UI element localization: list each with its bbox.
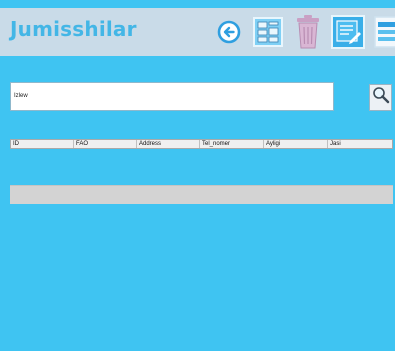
page-title: Jumisshilar — [10, 17, 137, 41]
header-bar: Jumisshilar — [0, 8, 395, 56]
edit-note-icon — [331, 15, 365, 49]
app-window: Jumisshilar Izlew ID FAO Address Tel_nom… — [0, 0, 395, 351]
view-table-button[interactable] — [374, 12, 395, 52]
column-header-address[interactable]: Address — [137, 140, 200, 148]
column-header-tel-nomer[interactable]: Tel_nomer — [200, 140, 264, 148]
back-button[interactable] — [216, 12, 242, 52]
table-view-icon — [374, 16, 395, 48]
search-button[interactable] — [369, 84, 392, 111]
top-strip — [0, 0, 395, 8]
table-horizontal-scrollbar[interactable] — [10, 185, 393, 204]
column-header-jasi[interactable]: Jasi — [328, 140, 392, 148]
magnifier-icon — [372, 86, 390, 109]
back-arrow-icon — [217, 20, 241, 44]
trash-icon — [295, 14, 321, 50]
delete-button[interactable] — [293, 12, 323, 52]
add-form-button[interactable] — [251, 12, 285, 52]
column-header-fao[interactable]: FAO — [74, 140, 137, 148]
table-header: ID FAO Address Tel_nomer Ayligi Jasi — [10, 139, 393, 149]
search-input[interactable] — [10, 82, 334, 111]
form-document-icon — [252, 16, 284, 48]
column-header-ayligi[interactable]: Ayligi — [264, 140, 328, 148]
edit-button[interactable] — [330, 12, 366, 52]
column-header-id[interactable]: ID — [11, 140, 74, 148]
